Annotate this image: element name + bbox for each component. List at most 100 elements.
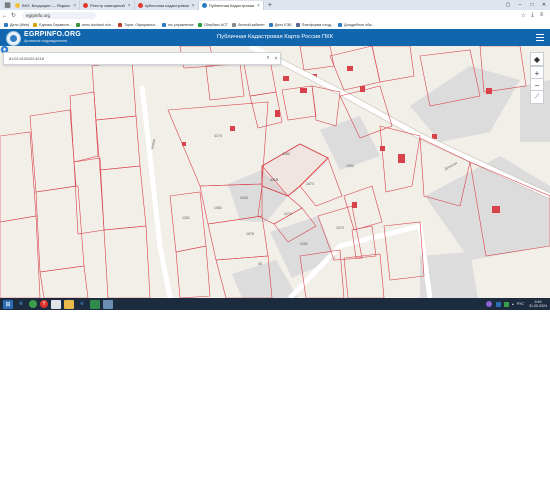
back-icon[interactable]: ←	[0, 13, 9, 19]
bookmark-icon	[117, 23, 122, 27]
hamburger-menu-icon[interactable]	[536, 34, 544, 41]
bookmark-icon	[197, 23, 202, 27]
image-viewer-icon[interactable]	[103, 299, 113, 309]
tray-app-icon[interactable]	[495, 301, 501, 307]
tab-close-icon[interactable]: ×	[192, 3, 195, 9]
parcel-label: 4218	[270, 178, 278, 182]
bookmark[interactable]: Платформа госуд...	[295, 23, 335, 27]
clock-date: 31.05.2024	[529, 304, 547, 308]
search-icon[interactable]: ⌕	[264, 55, 272, 62]
tab-label: Публичная Кадастровая	[208, 3, 254, 8]
ruler-icon: ⟋	[534, 93, 540, 100]
tab-label: ВКЗ: Входящие — Яндекс	[22, 3, 71, 8]
bookmark[interactable]: Дело ЕЭБ	[268, 23, 292, 27]
site-logo-icon[interactable]	[6, 31, 21, 46]
bookmark-icon	[338, 23, 343, 27]
url-text: egrpinfo.org	[26, 13, 51, 18]
bookmark-label: Досудебное обж...	[344, 23, 375, 27]
browser-tab[interactable]: Реестр извещений ×	[80, 1, 135, 10]
bookmarks-icon[interactable]: ▢	[502, 2, 514, 8]
url-field[interactable]: egrpinfo.org	[22, 12, 96, 19]
screenshot: ▦ ВКЗ: Входящие — Яндекс × Реестр извещен…	[0, 0, 550, 310]
bookmark[interactable]: Личный кабинет	[231, 23, 265, 27]
bookmark-label: Личный кабинет	[237, 23, 265, 27]
bookmark-star-icon[interactable]: ☆	[519, 12, 528, 19]
documents-icon[interactable]	[51, 299, 61, 309]
browser-tab[interactable]: публичная кадастровая ×	[135, 1, 199, 10]
cadastral-search: 61:02:0120102:4218 ⌕ ×	[3, 52, 281, 65]
browser-tab-active[interactable]: Публичная Кадастровая ×	[198, 1, 264, 10]
tab-close-icon[interactable]: ×	[73, 3, 76, 9]
parcel-label: 4152	[300, 242, 308, 246]
layers-button[interactable]: ◆	[530, 52, 544, 66]
downloads-icon[interactable]: ⤓	[528, 12, 537, 19]
site-logo-title[interactable]: EGRPINFO.ORG	[24, 31, 81, 38]
new-tab-icon[interactable]: +	[268, 2, 272, 9]
bookmark[interactable]: Досудебное обж...	[338, 23, 375, 27]
bookmark[interactable]: Торги: Официальн...	[117, 23, 158, 27]
parcel-label: 1053	[346, 164, 354, 168]
bookmark-label: Платформа госуд...	[301, 23, 335, 27]
bookmark[interactable]: armo.donland.ru/e...	[75, 23, 114, 27]
address-bar-actions: ☆ ⤓ ≡	[519, 12, 546, 19]
site-header: EGRPINFO.ORG Архивные подразделения Публ…	[0, 29, 550, 46]
bookmark-label: Торги: Официальн...	[123, 23, 158, 27]
measure-button[interactable]: ⟋	[530, 90, 544, 104]
parcel-label: 1070	[336, 226, 344, 230]
bookmark-label: armo.donland.ru/e...	[81, 23, 114, 27]
tab-favicon-icon	[83, 3, 89, 8]
network-icon[interactable]: ▴	[512, 302, 514, 306]
minimize-icon[interactable]: –	[514, 2, 526, 8]
clear-search-icon[interactable]: ×	[272, 56, 280, 62]
tray-app-icon[interactable]	[503, 301, 509, 307]
edge-icon[interactable]: e	[77, 300, 87, 309]
system-clock[interactable]: 9:49 31.05.2024	[529, 300, 547, 309]
yandex-browser-icon[interactable]: Y	[40, 300, 48, 308]
bookmark-label: Сбербанк АСТ	[203, 23, 228, 27]
bookmark-icon	[75, 23, 80, 27]
parcel-label: 4160	[240, 196, 248, 200]
bookmark-label: Дело ЕЭБ	[274, 23, 292, 27]
minus-icon: −	[534, 80, 540, 90]
tab-close-icon[interactable]: ×	[128, 3, 131, 9]
reload-icon[interactable]: ↻	[9, 12, 18, 19]
selected-parcel[interactable]	[261, 143, 329, 197]
tab-label: Реестр извещений	[90, 3, 125, 8]
cadastral-map[interactable]: 4174 4164 1074 4218 4160 1052 4175 30 10…	[0, 46, 550, 298]
spreadsheet-icon[interactable]	[90, 299, 100, 309]
parcel-label: 4174	[214, 134, 222, 138]
bookmark-label: Дело (Web)	[10, 23, 30, 27]
bookmark-icon	[33, 23, 38, 27]
bookmark-icon	[231, 23, 236, 27]
search-input[interactable]: 61:02:0120102:4218	[4, 57, 264, 61]
ie-icon[interactable]: e	[16, 300, 26, 309]
bookmark-label: Единая Справочн...	[39, 23, 72, 27]
bookmark-icon	[161, 23, 166, 27]
tab-favicon-icon	[201, 3, 207, 8]
window-controls: ▢ – □ ✕	[502, 2, 550, 8]
chrome-icon[interactable]	[29, 300, 37, 308]
browser-menu-icon[interactable]: ▦	[3, 1, 12, 10]
maximize-icon[interactable]: □	[526, 2, 538, 8]
bookmark[interactable]: Единая Справочн...	[33, 23, 72, 27]
browser-tab-bar: ▦ ВКЗ: Входящие — Яндекс × Реестр извещен…	[0, 0, 550, 10]
extensions-icon[interactable]: ≡	[537, 12, 546, 19]
start-icon[interactable]: ⊞	[3, 299, 13, 309]
plus-icon: +	[534, 68, 540, 78]
parcel-label: 1052	[214, 206, 222, 210]
bookmark[interactable]: гос.управление	[161, 23, 194, 27]
bookmark[interactable]: Дело (Web)	[4, 23, 29, 27]
parcel-label: 4164	[282, 152, 290, 156]
bookmark-label: гос.управление	[167, 23, 194, 27]
browser-tab[interactable]: ВКЗ: Входящие — Яндекс ×	[12, 1, 81, 10]
tab-close-icon[interactable]: ×	[257, 3, 260, 9]
tab-favicon-icon	[137, 3, 143, 8]
page-title: Публичная Кадастровая Карта России ПКК	[217, 34, 333, 40]
assistant-icon[interactable]	[485, 301, 492, 307]
language-indicator[interactable]: РУС	[517, 302, 524, 306]
bookmark[interactable]: Сбербанк АСТ	[197, 23, 228, 27]
file-explorer-icon[interactable]	[64, 299, 74, 309]
bookmark-icon	[268, 23, 273, 27]
parcel-label: 1076	[246, 232, 254, 236]
close-window-icon[interactable]: ✕	[538, 2, 550, 8]
